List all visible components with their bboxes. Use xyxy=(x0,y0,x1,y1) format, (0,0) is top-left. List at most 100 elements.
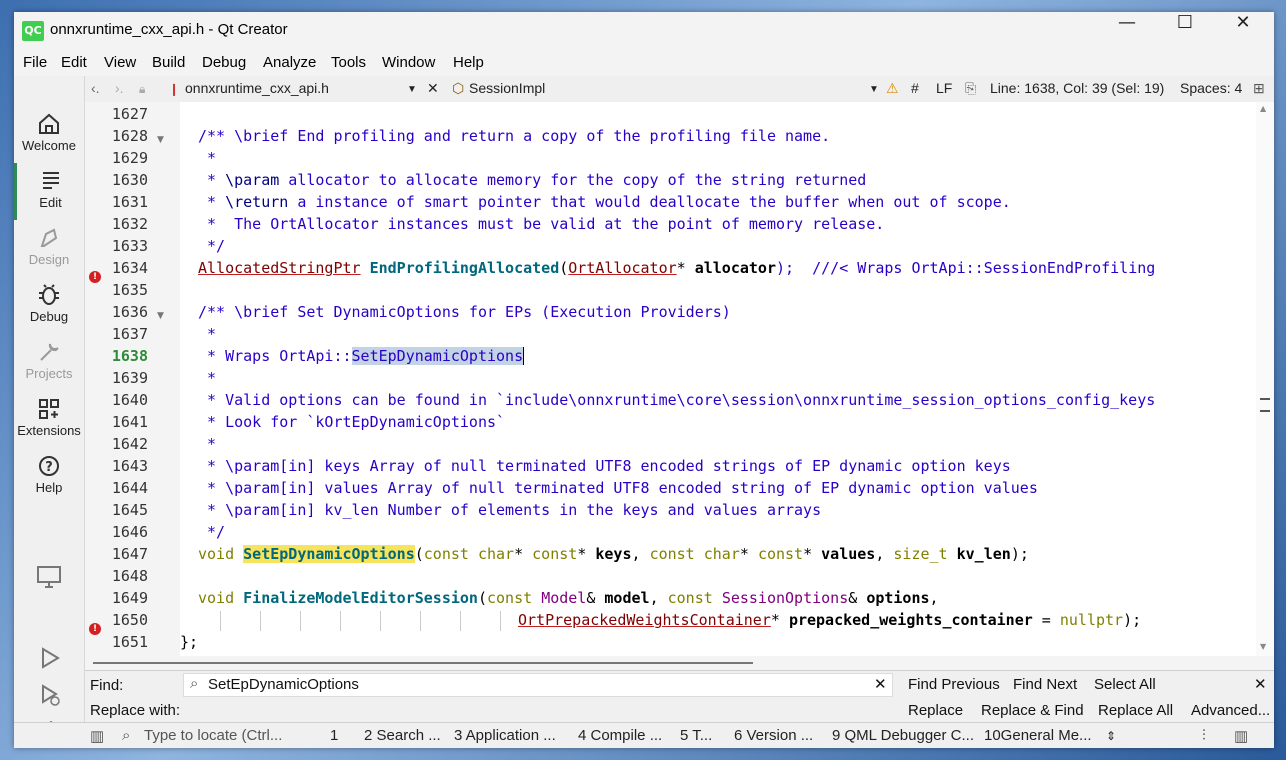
line-number: 1631 xyxy=(111,193,148,211)
menu-build[interactable]: Build xyxy=(152,54,185,71)
lock-icon[interactable]: 🔒︎ xyxy=(139,82,145,97)
menu-file[interactable]: File xyxy=(23,54,47,71)
fold-chevron-icon[interactable]: ▼ xyxy=(157,135,164,145)
output-pane-application[interactable]: 3 Application ... xyxy=(454,727,556,744)
code-line-1650: OrtPrepackedWeightsContainer* prepacked_… xyxy=(518,611,1142,629)
menu-tools[interactable]: Tools xyxy=(331,54,366,71)
error-marker-icon[interactable]: ! xyxy=(89,623,101,635)
replace-and-find-button[interactable]: Replace & Find xyxy=(981,702,1084,719)
home-icon xyxy=(39,113,59,134)
minimize-button[interactable]: — xyxy=(1098,12,1156,50)
encoding-icon[interactable]: ⎘ xyxy=(965,80,976,97)
qt-creator-app-icon: QC xyxy=(22,21,44,41)
find-previous-button[interactable]: Find Previous xyxy=(908,676,1000,693)
debug-run-icon[interactable] xyxy=(38,683,62,707)
mode-label: Projects xyxy=(25,366,73,381)
horizontal-scrollbar-thumb[interactable] xyxy=(93,662,753,664)
progress-icon[interactable]: ⫶ xyxy=(1202,727,1206,744)
output-pane-1[interactable]: 1 xyxy=(330,727,338,744)
menu-edit[interactable]: Edit xyxy=(61,54,87,71)
mode-help[interactable]: ? Help xyxy=(14,448,84,505)
output-pane-version[interactable]: 6 Version ... xyxy=(734,727,813,744)
scroll-down-icon[interactable]: ▼ xyxy=(1260,642,1266,651)
select-all-button[interactable]: Select All xyxy=(1094,676,1156,693)
vertical-scrollbar[interactable]: ▲ ▼ xyxy=(1256,102,1274,656)
cursor-position[interactable]: Line: 1638, Col: 39 (Sel: 19) xyxy=(990,80,1164,96)
mode-extensions[interactable]: Extensions xyxy=(14,391,84,448)
scroll-up-icon[interactable]: ▲ xyxy=(1260,104,1266,113)
search-icon[interactable]: ⌕ xyxy=(190,675,198,692)
run-icon[interactable] xyxy=(38,646,62,670)
clear-find-icon[interactable]: ✕ xyxy=(874,675,887,693)
find-input[interactable]: ⌕ SetEpDynamicOptions ✕ xyxy=(183,673,893,697)
horizontal-scrollbar[interactable] xyxy=(85,656,1274,670)
more-panes-icon[interactable]: ⇕ xyxy=(1106,729,1116,743)
code-line-1639: * xyxy=(198,369,217,387)
selected-text: SetEpDynamicOptions xyxy=(351,347,524,365)
mode-projects[interactable]: Projects xyxy=(14,334,84,391)
back-icon[interactable]: ‹. xyxy=(91,80,100,96)
menu-view[interactable]: View xyxy=(104,54,136,71)
replace-button[interactable]: Replace xyxy=(908,702,963,719)
locator-search-icon[interactable]: ⌕ xyxy=(122,727,130,744)
mode-welcome[interactable]: Welcome xyxy=(14,106,84,163)
locator-input[interactable]: Type to locate (Ctrl... xyxy=(144,727,282,744)
code-line-1641: * Look for `kOrtEpDynamicOptions` xyxy=(198,413,506,431)
mode-edit[interactable]: Edit xyxy=(14,163,84,220)
editor-toolbar: ‹. ›. 🔒︎ ❙ onnxruntime_cxx_api.h ▼ ✕ ⬡ S… xyxy=(85,76,1274,103)
forward-icon[interactable]: ›. xyxy=(115,80,124,96)
maximize-button[interactable]: ☐ xyxy=(1156,12,1214,50)
file-dropdown-chevron-icon[interactable]: ▼ xyxy=(407,84,417,95)
extensions-icon xyxy=(39,399,59,419)
indentation-setting[interactable]: Spaces: 4 xyxy=(1180,80,1242,96)
menu-window[interactable]: Window xyxy=(382,54,435,71)
line-number-gutter: 1627 1628 1629 1630 1631 1632 1633 1634 … xyxy=(85,102,180,656)
output-pane-terminal[interactable]: 5 T... xyxy=(680,727,712,744)
line-number: 1642 xyxy=(111,435,148,453)
fold-chevron-icon[interactable]: ▼ xyxy=(157,311,164,321)
output-pane-search[interactable]: 2 Search ... xyxy=(364,727,441,744)
symbol-dropdown-chevron-icon[interactable]: ▼ xyxy=(869,84,879,95)
close-button[interactable]: ✕ xyxy=(1214,12,1272,50)
mode-design[interactable]: Design xyxy=(14,220,84,277)
error-marker-icon[interactable]: ! xyxy=(89,271,101,283)
scrollbar-thumb[interactable] xyxy=(1260,398,1270,412)
output-pane-general-messages[interactable]: 10General Me... xyxy=(984,727,1092,744)
hash-button[interactable]: # xyxy=(911,80,919,96)
file-selector[interactable]: onnxruntime_cxx_api.h xyxy=(185,80,329,96)
find-label: Find: xyxy=(90,677,124,694)
toggle-right-sidebar-icon[interactable]: ▥ xyxy=(1234,727,1248,745)
close-find-icon[interactable]: ✕ xyxy=(1254,675,1267,693)
code-line-1644: * \param[in] values Array of null termin… xyxy=(198,479,1038,497)
warning-icon[interactable]: ⚠ xyxy=(886,80,899,97)
mode-selector: Welcome Edit Design Debug Projects Exten… xyxy=(14,76,85,743)
menu-analyze[interactable]: Analyze xyxy=(263,54,316,71)
line-ending-selector[interactable]: LF xyxy=(936,80,952,96)
code-line-1632: * The OrtAllocator instances must be val… xyxy=(198,215,885,233)
close-document-icon[interactable]: ✕ xyxy=(427,80,439,97)
replace-label: Replace with: xyxy=(90,702,181,719)
advanced-button[interactable]: Advanced... xyxy=(1191,702,1270,719)
code-line-1628: /** \brief End profiling and return a co… xyxy=(198,127,831,145)
replace-input[interactable] xyxy=(183,699,891,721)
toggle-sidebar-icon[interactable]: ▥ xyxy=(90,727,104,745)
mode-label: Welcome xyxy=(22,138,76,153)
code-editor[interactable]: /** \brief End profiling and return a co… xyxy=(180,102,1256,656)
help-icon: ? xyxy=(39,456,59,476)
mode-debug[interactable]: Debug xyxy=(14,277,84,334)
svg-text:?: ? xyxy=(45,460,53,475)
output-pane-qml-debugger[interactable]: 9 QML Debugger C... xyxy=(832,727,974,744)
code-line-1640: * Valid options can be found in `include… xyxy=(198,391,1156,409)
code-line-1647: void SetEpDynamicOptions(const char* con… xyxy=(198,545,1029,563)
find-next-button[interactable]: Find Next xyxy=(1013,676,1077,693)
output-pane-compile[interactable]: 4 Compile ... xyxy=(578,727,662,744)
menu-help[interactable]: Help xyxy=(453,54,484,71)
menu-bar: File Edit View Build Debug Analyze Tools… xyxy=(14,50,1274,76)
replace-all-button[interactable]: Replace All xyxy=(1098,702,1173,719)
kit-selector-icon[interactable] xyxy=(36,564,62,590)
symbol-selector[interactable]: SessionImpl xyxy=(469,80,545,96)
split-editor-icon[interactable]: ⊞ xyxy=(1253,80,1265,97)
menu-debug[interactable]: Debug xyxy=(202,54,246,71)
mode-label: Edit xyxy=(39,195,62,210)
line-number: 1635 xyxy=(111,281,148,299)
